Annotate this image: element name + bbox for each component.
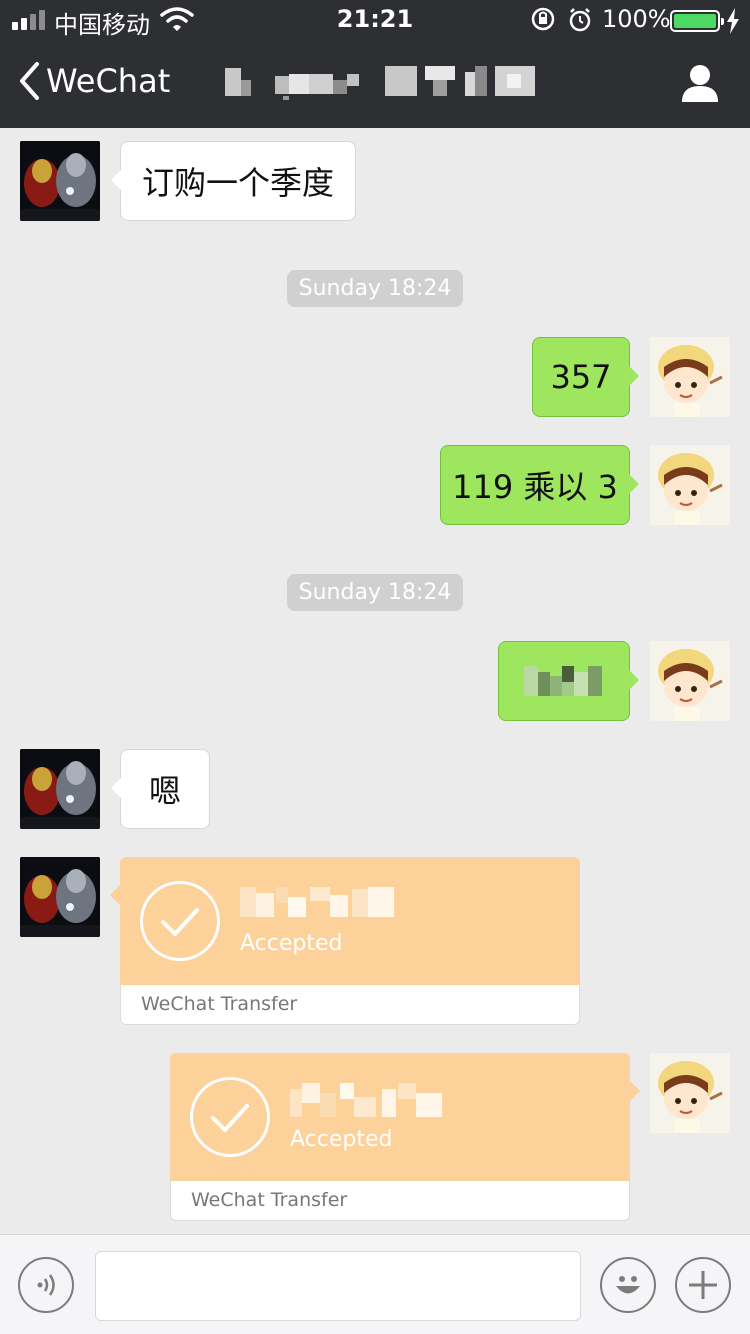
plus-icon — [689, 1271, 717, 1299]
transfer-status: Accepted — [290, 1127, 393, 1152]
transfer-card-body: Accepted — [110, 857, 580, 985]
contact-avatar[interactable] — [20, 857, 100, 937]
my-avatar[interactable] — [650, 445, 730, 525]
timestamp-label: Sunday 18:24 — [286, 574, 464, 611]
voice-icon — [37, 1274, 55, 1296]
message-input[interactable] — [95, 1251, 581, 1321]
timestamp-label: Sunday 18:24 — [286, 270, 464, 307]
transfer-card[interactable]: Accepted WeChat Transfer — [170, 1053, 640, 1221]
message-text: 嗯 — [148, 772, 181, 810]
incoming-message[interactable]: 嗯 — [111, 749, 210, 829]
emoji-button[interactable] — [600, 1257, 656, 1313]
outgoing-message[interactable]: 119 乘以 3 — [440, 445, 639, 525]
chat-header: 中国移动 21:21 100% WeChat — [0, 0, 750, 128]
message-list[interactable]: 订购一个季度 Sunday 18:24 357 119 乘以 3 Sunday … — [0, 128, 750, 1234]
message-text: 订购一个季度 — [141, 164, 334, 202]
timestamp: Sunday 18:24 — [0, 574, 750, 611]
timestamp: Sunday 18:24 — [0, 270, 750, 307]
outgoing-message[interactable]: 357 — [532, 337, 639, 417]
profile-icon[interactable] — [680, 64, 720, 102]
transfer-label: WeChat Transfer — [120, 985, 580, 1025]
checkmark-icon — [190, 1077, 270, 1157]
checkmark-icon — [140, 881, 220, 961]
message-text: 357 — [550, 358, 612, 396]
back-label: WeChat — [46, 62, 171, 100]
outgoing-message-pixelated[interactable] — [498, 641, 639, 721]
transfer-status: Accepted — [240, 931, 343, 956]
my-avatar[interactable] — [650, 1053, 730, 1133]
input-bar — [0, 1234, 750, 1334]
my-avatar[interactable] — [650, 337, 730, 417]
transfer-amount-pixelated — [290, 1083, 450, 1117]
battery-icon — [670, 10, 724, 32]
battery-percent: 100% — [602, 5, 671, 33]
incoming-message[interactable]: 订购一个季度 — [111, 141, 356, 221]
status-bar: 中国移动 21:21 100% — [0, 0, 750, 40]
transfer-card-body: Accepted — [170, 1053, 640, 1181]
my-avatar[interactable] — [650, 641, 730, 721]
transfer-card[interactable]: Accepted WeChat Transfer — [110, 857, 580, 1025]
back-chevron-icon — [20, 62, 39, 100]
emoji-icon — [616, 1276, 640, 1294]
message-text: 119 乘以 3 — [452, 468, 618, 506]
charging-icon — [727, 8, 739, 34]
transfer-amount-pixelated — [240, 887, 400, 917]
contact-avatar[interactable] — [20, 141, 100, 221]
lock-rotation-icon — [531, 7, 591, 32]
more-button[interactable] — [675, 1257, 731, 1313]
transfer-label: WeChat Transfer — [170, 1181, 630, 1221]
pixelated-text — [524, 666, 602, 696]
back-button[interactable]: WeChat — [18, 62, 170, 100]
chat-title-pixelated — [225, 66, 537, 100]
contact-avatar[interactable] — [20, 749, 100, 829]
voice-button[interactable] — [18, 1257, 74, 1313]
